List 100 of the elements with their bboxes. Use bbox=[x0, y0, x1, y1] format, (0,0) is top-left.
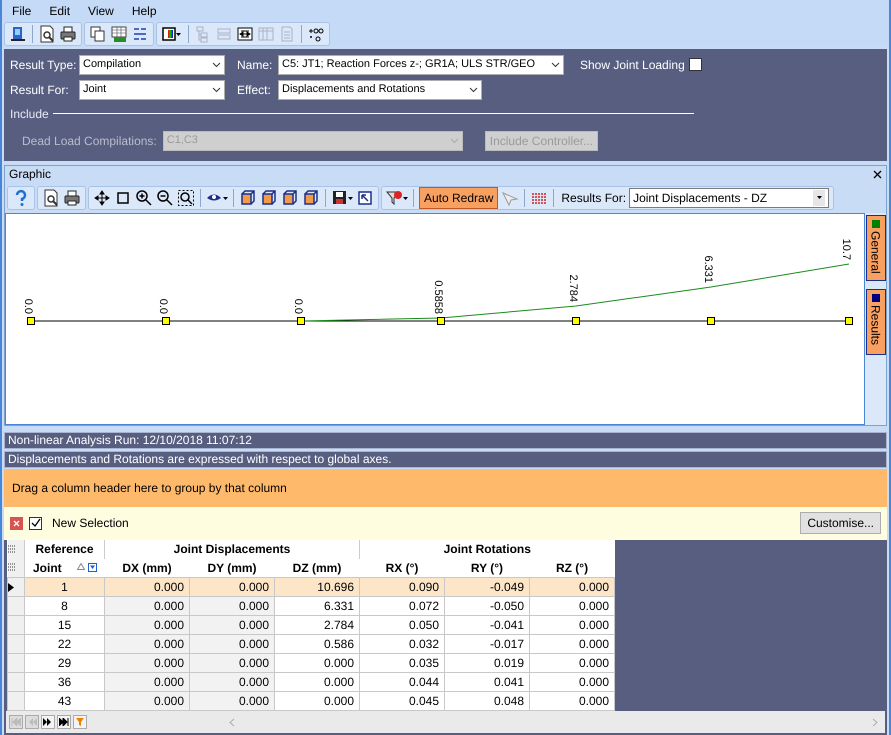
column-header[interactable]: RX (°) bbox=[360, 558, 444, 578]
caret-icon bbox=[816, 196, 822, 199]
table-cell: 0.045 bbox=[360, 692, 444, 710]
chevron-icon bbox=[469, 86, 478, 92]
copy-icon[interactable] bbox=[89, 25, 107, 44]
table-cell: 6.331 bbox=[274, 596, 360, 616]
current-row-icon bbox=[8, 582, 14, 592]
cube-icon[interactable] bbox=[260, 188, 278, 206]
menu-item[interactable]: File bbox=[12, 2, 32, 20]
zoom-extents-icon[interactable] bbox=[177, 188, 195, 206]
table-cell[interactable]: 36 bbox=[24, 672, 104, 692]
table-cell: -0.050 bbox=[444, 596, 530, 616]
result-for-dropdown[interactable]: Joint bbox=[79, 80, 225, 100]
field-label: Result Type: bbox=[10, 56, 78, 74]
auto-redraw-button[interactable]: Auto Redraw bbox=[419, 186, 498, 208]
field-label: Dead Load Compilations: bbox=[22, 132, 157, 150]
column-header[interactable]: RY (°) bbox=[444, 558, 530, 578]
value-label: 2.784 bbox=[567, 274, 579, 302]
color-box-icon[interactable] bbox=[161, 25, 183, 44]
printer-icon[interactable] bbox=[63, 188, 81, 206]
side-tab[interactable]: Results bbox=[866, 288, 886, 354]
fit-width-icon[interactable] bbox=[236, 25, 254, 44]
checkbox[interactable] bbox=[688, 58, 702, 71]
filter-icon[interactable] bbox=[88, 563, 96, 572]
spreadsheet-icon[interactable] bbox=[110, 25, 128, 44]
table-cell: 0.072 bbox=[360, 596, 444, 616]
table-cell: 0.000 bbox=[190, 578, 274, 596]
table-cell: 0.041 bbox=[444, 672, 530, 692]
table-cell[interactable]: 8 bbox=[24, 596, 104, 616]
name-dropdown[interactable]: C5: JT1; Reaction Forces z-; GR1A; ULS STR/GEO bbox=[278, 54, 564, 74]
panel-title: Graphic bbox=[9, 166, 52, 183]
last-page-icon[interactable] bbox=[57, 715, 71, 729]
table-cell: 0.050 bbox=[360, 616, 444, 634]
field-label: Effect: bbox=[237, 82, 272, 98]
table-cell: 0.000 bbox=[190, 634, 274, 654]
joint-node bbox=[297, 316, 305, 324]
table-cell: 0.000 bbox=[190, 616, 274, 634]
table-cell: 0.032 bbox=[360, 634, 444, 654]
cube-icon[interactable] bbox=[281, 188, 299, 206]
table-cell: 0.019 bbox=[444, 654, 530, 672]
chevron-icon bbox=[551, 62, 560, 68]
chevron-icon bbox=[212, 86, 221, 92]
value-label: 0.5858 bbox=[432, 280, 444, 314]
menu-item[interactable]: Help bbox=[132, 2, 157, 20]
print-preview-icon[interactable] bbox=[38, 25, 56, 44]
next-page-icon[interactable] bbox=[41, 715, 55, 729]
clear-icon[interactable] bbox=[10, 516, 23, 530]
customise-button[interactable]: Customise... bbox=[800, 512, 881, 534]
effect-dropdown[interactable]: Displacements and Rotations bbox=[278, 80, 482, 100]
section-title: Include bbox=[10, 106, 49, 122]
table-cell: 0.000 bbox=[104, 578, 190, 596]
table-cell: 0.000 bbox=[530, 692, 615, 710]
cube-icon[interactable] bbox=[239, 188, 257, 206]
table-cell[interactable]: 29 bbox=[24, 654, 104, 672]
field-label: Show Joint Loading bbox=[580, 56, 685, 74]
column-group-header: Reference bbox=[24, 540, 104, 558]
table-cell[interactable]: 43 bbox=[24, 692, 104, 710]
side-tab[interactable]: General bbox=[866, 214, 886, 280]
results-for-dropdown[interactable]: Joint Displacements - DZ bbox=[629, 188, 830, 208]
cube-icon[interactable] bbox=[302, 188, 320, 206]
print-preview-icon[interactable] bbox=[42, 188, 60, 206]
joint-node bbox=[27, 316, 35, 324]
close-icon[interactable] bbox=[873, 170, 882, 178]
zoom-in-icon[interactable] bbox=[135, 188, 153, 206]
column-header[interactable]: DX (mm) bbox=[104, 558, 190, 578]
column-header[interactable]: DY (mm) bbox=[190, 558, 274, 578]
reset-view-icon[interactable] bbox=[356, 188, 374, 206]
row-handle-icon[interactable] bbox=[8, 563, 16, 572]
filter-icon[interactable] bbox=[386, 188, 408, 206]
table-cell: 0.000 bbox=[104, 692, 190, 710]
row-handle-icon[interactable] bbox=[8, 544, 16, 554]
table-cell[interactable]: 22 bbox=[24, 634, 104, 654]
table-cell: 0.000 bbox=[530, 672, 615, 692]
menu-item[interactable]: Edit bbox=[49, 2, 70, 20]
table-cell: 0.000 bbox=[274, 672, 360, 692]
field-label: Name: bbox=[237, 56, 274, 74]
sort-ascending-icon[interactable] bbox=[76, 563, 84, 570]
column-header[interactable]: Joint bbox=[24, 558, 104, 578]
printer-icon[interactable] bbox=[59, 25, 77, 44]
move-icon[interactable] bbox=[93, 188, 111, 206]
table-cell: 0.000 bbox=[530, 578, 615, 596]
table-cell: 0.000 bbox=[190, 692, 274, 710]
table-cell: 0.000 bbox=[104, 616, 190, 634]
menu-item[interactable]: View bbox=[88, 2, 114, 20]
table-cell: 0.000 bbox=[104, 634, 190, 654]
value-label: 0.0 bbox=[22, 298, 34, 314]
table-cell: 0.000 bbox=[530, 596, 615, 616]
table-cell: 10.696 bbox=[274, 578, 360, 596]
zoom-out-icon[interactable] bbox=[156, 188, 174, 206]
table-cell[interactable]: 1 bbox=[24, 578, 104, 596]
result-type-dropdown[interactable]: Compilation bbox=[79, 54, 225, 74]
checkbox[interactable] bbox=[29, 516, 42, 530]
column-group-header: Joint Rotations bbox=[360, 540, 615, 558]
table-cell: 0.048 bbox=[444, 692, 530, 710]
table-cell[interactable]: 15 bbox=[24, 616, 104, 634]
joint-node bbox=[707, 316, 715, 324]
table-cell: -0.017 bbox=[444, 634, 530, 654]
column-header[interactable]: DZ (mm) bbox=[274, 558, 360, 578]
column-header[interactable]: RZ (°) bbox=[530, 558, 615, 578]
save-icon[interactable] bbox=[331, 188, 353, 206]
